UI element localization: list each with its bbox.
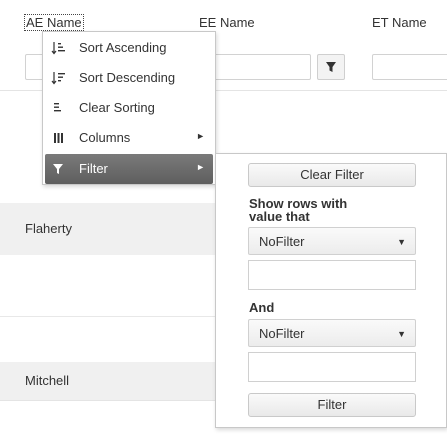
filter-icon	[326, 62, 336, 72]
filter-icon	[53, 164, 63, 174]
select-value: NoFilter	[259, 234, 305, 249]
menu-item-label: Columns	[79, 130, 131, 145]
and-label: And	[249, 300, 275, 315]
filter-operator-select-1[interactable]: NoFilter ▼	[248, 227, 416, 255]
menu-item-label: Filter	[79, 161, 108, 176]
sort-descending-icon	[51, 72, 65, 85]
ee-name-filter-button[interactable]	[317, 54, 345, 80]
filter-panel: Clear Filter Show rows with value that N…	[215, 153, 447, 428]
dropdown-arrow-icon: ▼	[397, 237, 406, 247]
menu-item-sort-descending[interactable]: Sort Descending	[45, 64, 213, 92]
dropdown-arrow-icon: ▼	[397, 329, 406, 339]
menu-item-label: Clear Sorting	[79, 100, 155, 115]
clear-filter-button[interactable]: Clear Filter	[248, 163, 416, 187]
select-value: NoFilter	[259, 326, 305, 341]
filter-operator-select-2[interactable]: NoFilter ▼	[248, 319, 416, 347]
column-header-ae-name[interactable]: AE Name	[24, 14, 84, 31]
columns-icon	[54, 133, 63, 143]
menu-item-sort-ascending[interactable]: Sort Ascending	[45, 34, 213, 62]
cell-ae-name: Flaherty	[25, 221, 72, 236]
menu-item-label: Sort Descending	[79, 70, 176, 85]
show-rows-label: Show rows with value that	[249, 196, 348, 224]
submenu-arrow-icon: ►	[196, 131, 205, 141]
column-header-ee-name[interactable]: EE Name	[199, 15, 255, 30]
filter-apply-button[interactable]: Filter	[248, 393, 416, 417]
submenu-arrow-icon: ►	[196, 162, 205, 172]
menu-item-filter[interactable]: Filter ►	[45, 154, 213, 184]
column-header-et-name[interactable]: ET Name	[372, 15, 427, 30]
filter-value-input-2[interactable]	[248, 352, 416, 382]
menu-item-columns[interactable]: Columns ►	[45, 124, 213, 152]
cell-ae-name: Mitchell	[25, 373, 70, 388]
sort-ascending-icon	[51, 42, 65, 55]
filter-value-input-1[interactable]	[248, 260, 416, 290]
menu-item-label: Sort Ascending	[79, 40, 167, 55]
et-name-filter-input[interactable]	[372, 54, 447, 80]
menu-item-clear-sorting[interactable]: Clear Sorting	[45, 94, 213, 122]
clear-sorting-icon	[54, 103, 61, 112]
column-menu: Sort Ascending Sort Descending Clear Sor…	[42, 31, 216, 185]
